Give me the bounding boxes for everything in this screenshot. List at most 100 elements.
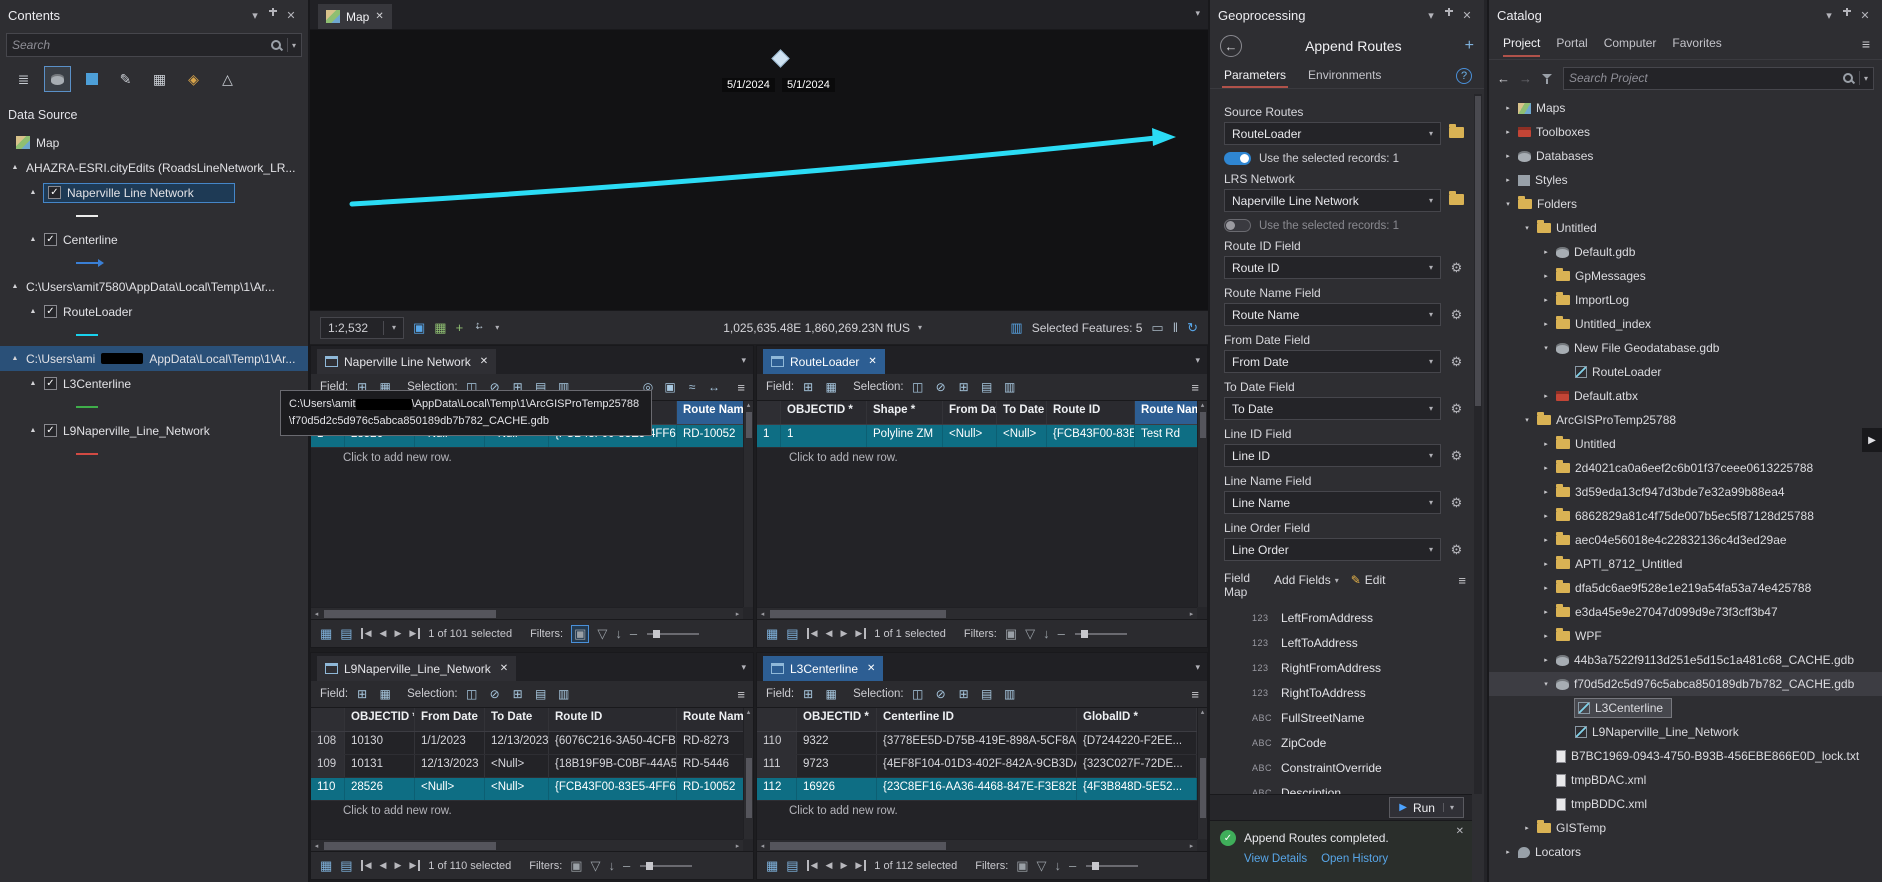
table-view-icon[interactable]: ▦ (766, 626, 778, 642)
field-options-gear-icon[interactable]: ⚙ (1447, 542, 1466, 558)
zoom-out-icon[interactable]: – (630, 626, 637, 641)
route-name-field-select[interactable]: Route Name ▾ (1224, 303, 1441, 326)
row-height-slider[interactable] (1086, 861, 1139, 870)
catalog-item[interactable]: ▾ f70d5d2c5d976c5abca850189db7b782_CACHE.… (1489, 672, 1882, 696)
sync-scroll-icon[interactable]: ↓ (1043, 626, 1050, 641)
pan-arrows-icon[interactable]: ↔ ↔ (472, 320, 486, 335)
column-header[interactable]: OBJECTID * (345, 708, 415, 731)
table-cell[interactable]: 12/13/2023 (415, 755, 485, 777)
field-map-item[interactable]: 123 RightFromAddress (1252, 656, 1466, 681)
layer-checkbox[interactable]: ✓ (44, 233, 57, 246)
table-cell[interactable]: 1/1/2023 (415, 732, 485, 754)
lrs-network-select[interactable]: Naperville Line Network ▾ (1224, 189, 1441, 212)
catalog-item[interactable]: ▸ 44b3a7522f9113d251e5d15c1a481c68_CACHE.… (1489, 648, 1882, 672)
zoom-to-selection-icon[interactable]: ⊘ (932, 378, 950, 396)
to-date-field-select[interactable]: To Date ▾ (1224, 397, 1441, 420)
menu-icon[interactable]: ≡ (1191, 380, 1199, 395)
tab-favorites[interactable]: Favorites (1672, 36, 1721, 57)
table-cell[interactable]: Polyline ZM (867, 425, 943, 447)
list-by-data-source-icon[interactable] (44, 66, 71, 92)
list-by-charts-icon[interactable]: △ (214, 66, 241, 92)
filter-icon[interactable]: ▽ (1025, 626, 1035, 642)
from-date-field-select[interactable]: From Date ▾ (1224, 350, 1441, 373)
field-options-gear-icon[interactable]: ⚙ (1447, 260, 1466, 276)
horizontal-scrollbar[interactable]: ◂ ▸ (311, 607, 743, 619)
table-cell[interactable]: RD-10052 (677, 778, 743, 800)
scroll-up-icon[interactable]: ▴ (1201, 708, 1205, 718)
scroll-left-icon[interactable]: ◂ (757, 842, 768, 850)
expand-arrow-icon[interactable]: ▸ (1541, 464, 1551, 472)
help-icon[interactable]: ? (1456, 68, 1472, 84)
chevron-down-icon[interactable]: ▾ (495, 323, 499, 332)
scroll-left-icon[interactable]: ◂ (311, 842, 322, 850)
table-cell[interactable]: {4EF8F104-01D3-402F-842A-9CB3DA87E1B5} (877, 755, 1077, 777)
table-cell[interactable]: {D7244220-F2EE... (1077, 732, 1197, 754)
catalog-item[interactable]: tmpBDDC.xml (1489, 792, 1882, 816)
contents-layer-routeloader[interactable]: ▲ ✓ RouteLoader (0, 299, 308, 324)
scroll-up-icon[interactable]: ▴ (747, 401, 751, 411)
catalog-item[interactable]: ▸ Untitled_index (1489, 312, 1882, 336)
pin-icon[interactable] (1440, 7, 1458, 23)
expand-arrow-icon[interactable]: ▸ (1541, 248, 1551, 256)
column-header[interactable]: OBJECTID * (781, 401, 867, 424)
first-record-icon[interactable]: ◀ (806, 860, 818, 871)
last-record-icon[interactable]: ▶ (409, 860, 421, 871)
column-header[interactable]: Route ID (549, 708, 677, 731)
row-height-slider[interactable] (640, 861, 693, 870)
zoom-to-selection-icon[interactable]: ⊘ (932, 685, 950, 703)
row-number[interactable]: 111 (757, 755, 797, 777)
search-options-chevron-icon[interactable]: ▾ (1864, 74, 1868, 83)
layer-checkbox[interactable]: ✓ (44, 377, 57, 390)
table-row[interactable]: 110 28526 <Null> <Null> {FCB43F00-83E5-4FF6-… (311, 778, 743, 801)
add-field-icon[interactable]: ⊞ (353, 685, 371, 703)
filter-icon[interactable]: ▽ (1037, 858, 1047, 874)
calculate-field-icon[interactable]: ▦ (822, 685, 840, 703)
add-fields-button[interactable]: Add Fields ▾ (1274, 573, 1339, 587)
expand-arrow-icon[interactable]: ▸ (1541, 512, 1551, 520)
tab-list-chevron-icon[interactable]: ▾ (1195, 662, 1200, 673)
collapse-arrow-icon[interactable]: ▲ (10, 164, 20, 171)
expand-arrow-icon[interactable]: ▾ (1522, 416, 1532, 424)
auto-filter-icon[interactable]: ▣ (571, 624, 590, 643)
field-options-gear-icon[interactable]: ⚙ (1447, 495, 1466, 511)
table-cell[interactable]: {23C8EF16-AA36-4468-847E-F3E82B7728FD} (877, 778, 1077, 800)
column-header[interactable]: To Date (997, 401, 1047, 424)
tab-naperville-line-network[interactable]: Naperville Line Network ✕ (317, 349, 497, 374)
table-cell[interactable]: {18B19F9B-C0BF-44A5-... (549, 755, 677, 777)
menu-icon[interactable]: ≡ (1191, 687, 1199, 702)
catalog-item[interactable]: ▸ GISTemp (1489, 816, 1882, 840)
expand-arrow-icon[interactable]: ▾ (1503, 200, 1513, 208)
vertical-scrollbar[interactable]: ▴ (1197, 708, 1207, 839)
clear-selection-icon[interactable]: ▤ (978, 685, 996, 703)
first-record-icon[interactable]: ◀ (360, 860, 372, 871)
tab-computer[interactable]: Computer (1604, 36, 1657, 57)
view-details-link[interactable]: View Details (1244, 853, 1307, 865)
expand-arrow-icon[interactable]: ▸ (1541, 632, 1551, 640)
refresh-icon[interactable]: ↻ (1187, 320, 1198, 336)
scroll-left-icon[interactable]: ◂ (757, 610, 768, 618)
sync-scroll-icon[interactable]: ↓ (609, 858, 616, 873)
scrollbar-thumb[interactable] (1199, 758, 1206, 818)
add-field-icon[interactable]: ⊞ (799, 378, 817, 396)
expand-arrow-icon[interactable]: ▾ (1541, 680, 1551, 688)
scroll-up-icon[interactable]: ▴ (747, 708, 751, 718)
catalog-item[interactable]: ▸ dfa5dc6ae9f528e1e219a54fa53a74e425788 (1489, 576, 1882, 600)
scrollbar-thumb[interactable] (1199, 412, 1206, 438)
tab-routeloader[interactable]: RouteLoader ✕ (763, 349, 885, 374)
catalog-item[interactable]: ▸ Databases (1489, 144, 1882, 168)
close-icon[interactable]: ✕ (282, 9, 300, 22)
contents-layer-naperville[interactable]: ▲ ✓ Naperville Line Network (0, 180, 308, 205)
close-icon[interactable]: ✕ (1456, 826, 1464, 837)
zoom-out-icon[interactable]: – (1058, 626, 1065, 641)
catalog-item[interactable]: tmpBDAC.xml (1489, 768, 1882, 792)
grid-icon[interactable]: ▦ (434, 320, 446, 336)
switch-selection-icon[interactable]: ⊞ (509, 685, 527, 703)
catalog-item[interactable]: L9Naperville_Line_Network (1489, 720, 1882, 744)
add-row[interactable]: Click to add new row. (311, 801, 743, 821)
tab-list-chevron-icon[interactable]: ▾ (1195, 355, 1200, 366)
catalog-item[interactable]: ▸ e3da45e9e27047d099d9e73f3cff3b47 (1489, 600, 1882, 624)
collapse-arrow-icon[interactable]: ▲ (28, 189, 38, 196)
table-row[interactable]: 11Polyline ZM<Null><Null>{FCB43F00-83E5.… (757, 425, 1197, 448)
row-number[interactable]: 110 (311, 778, 345, 800)
tab-environments[interactable]: Environments (1306, 64, 1383, 88)
